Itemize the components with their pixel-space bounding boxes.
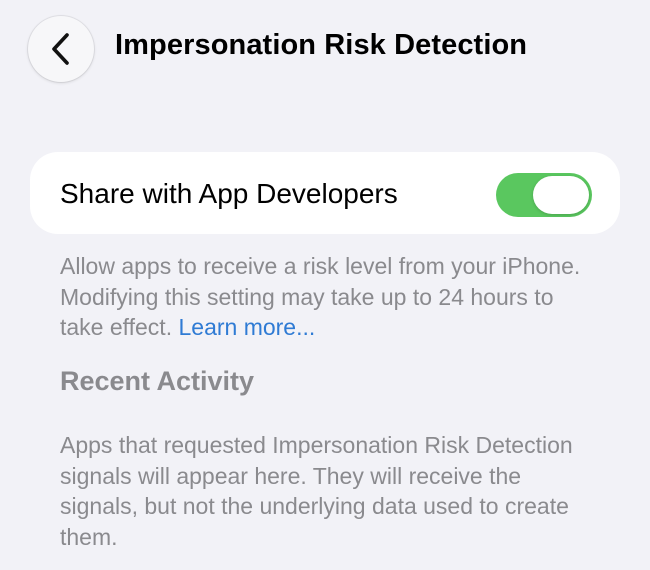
share-with-developers-toggle[interactable]	[496, 173, 592, 217]
page-title: Impersonation Risk Detection	[115, 29, 528, 61]
share-setting-card: Share with App Developers	[30, 152, 620, 234]
recent-activity-empty-text: Apps that requested Impersonation Risk D…	[60, 432, 573, 550]
share-with-developers-label: Share with App Developers	[60, 178, 398, 209]
setting-footnote: Allow apps to receive a risk level from …	[60, 251, 600, 343]
learn-more-link[interactable]: Learn more...	[178, 314, 315, 340]
recent-activity-header: Recent Activity	[60, 366, 255, 396]
footnote-text: Allow apps to receive a risk level from …	[60, 253, 581, 340]
chevron-left-icon	[50, 32, 72, 66]
navigation-bar: Impersonation Risk Detection	[0, 0, 650, 100]
back-button[interactable]	[28, 16, 94, 82]
toggle-knob	[533, 176, 589, 214]
